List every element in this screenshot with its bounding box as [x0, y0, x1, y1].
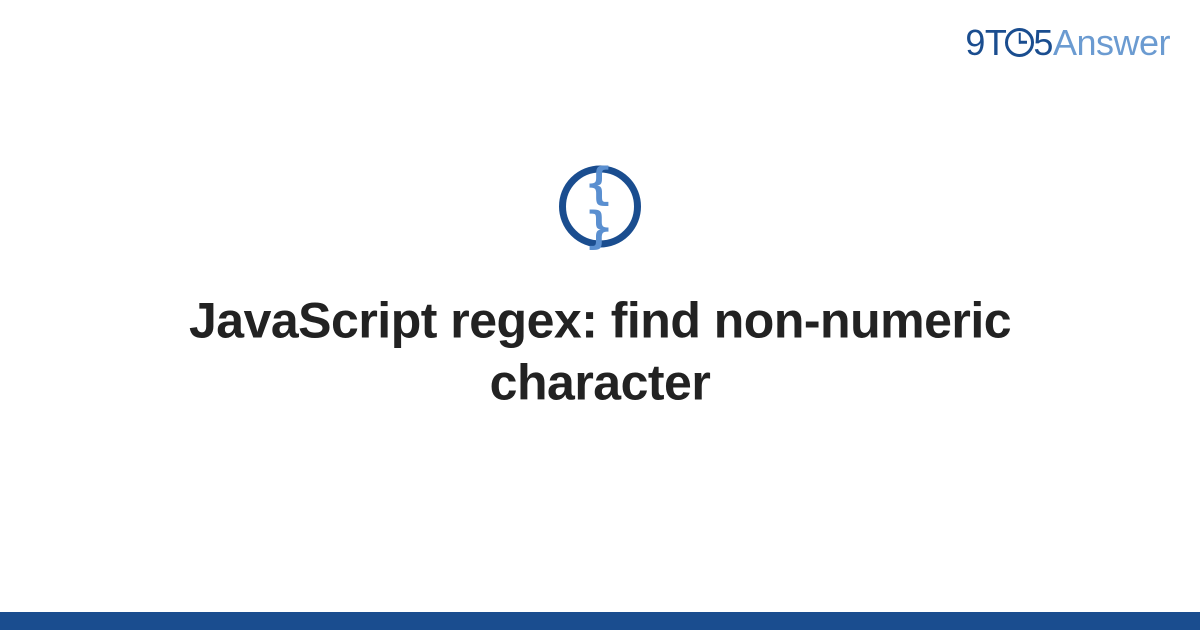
page-title: JavaScript regex: find non-numeric chara…: [150, 289, 1050, 414]
logo-text-9t: 9T: [965, 22, 1006, 63]
site-logo[interactable]: 9T 5Answer: [965, 22, 1170, 64]
main-content: { } JavaScript regex: find non-numeric c…: [0, 165, 1200, 414]
category-icon-circle: { }: [559, 165, 641, 247]
clock-icon: [1005, 28, 1034, 57]
code-braces-icon: { }: [566, 162, 634, 250]
logo-text-5: 5: [1033, 22, 1053, 63]
logo-text-answer: Answer: [1053, 22, 1170, 63]
footer-accent-bar: [0, 612, 1200, 630]
